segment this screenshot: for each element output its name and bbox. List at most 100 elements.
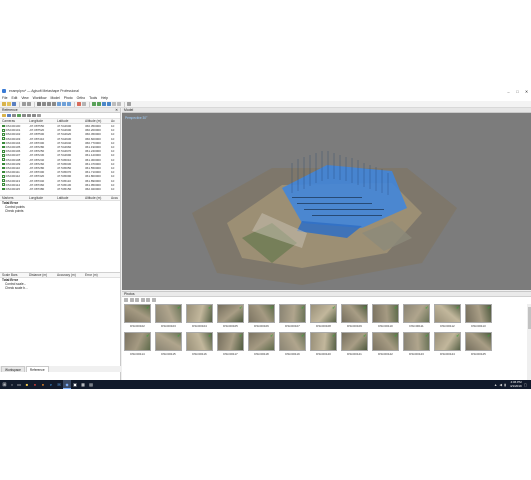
view-source-icon[interactable] [22, 113, 26, 118]
move-region-icon[interactable] [57, 102, 61, 106]
crop-selection-icon[interactable] [82, 102, 86, 106]
photo-thumbnail[interactable]: ✔ DSC00102 [124, 304, 151, 328]
photos-scrollbar[interactable] [527, 304, 531, 381]
photo-thumbnail[interactable]: ✔ DSC00112 [434, 304, 461, 328]
col-cameras[interactable]: Cameras [0, 119, 29, 123]
reset-filter-icon[interactable] [140, 298, 145, 302]
taskbar-clock[interactable]: 4:06 PM 4/1/2019 [510, 380, 522, 388]
menu-file[interactable]: File [2, 96, 7, 100]
col-altitude[interactable]: Altitude (m) [85, 119, 111, 123]
free-form-select-icon[interactable] [52, 102, 56, 106]
view-mode-icon[interactable] [151, 298, 156, 302]
photo-thumbnail[interactable]: ✔ DSC00121 [341, 332, 368, 356]
tab-reference[interactable]: Reference [25, 366, 49, 372]
col-longitude[interactable]: Longitude [29, 196, 57, 200]
scroll-thumb[interactable] [527, 307, 531, 329]
remove-cameras-icon[interactable] [124, 298, 128, 302]
show-cameras-icon[interactable] [92, 102, 96, 106]
photo-thumbnail[interactable]: ✔ DSC00111 [403, 304, 430, 328]
menu-photo[interactable]: Photo [64, 96, 73, 100]
rotate-left-icon[interactable] [129, 298, 134, 302]
show-dem-icon[interactable] [112, 102, 116, 106]
terminal-icon[interactable]: ▣ [71, 380, 79, 389]
col-accuracy[interactable]: Accu [111, 196, 119, 200]
open-project-icon[interactable] [7, 102, 11, 106]
camera-enabled-checkbox[interactable] [2, 137, 5, 140]
photo-thumbnail[interactable]: ✔ DSC00122 [372, 332, 399, 356]
camera-enabled-checkbox[interactable] [2, 154, 5, 157]
camera-enabled-checkbox[interactable] [2, 187, 5, 191]
photo-thumbnail[interactable]: ✔ DSC00118 [248, 332, 275, 356]
menu-help[interactable]: Help [101, 96, 108, 100]
import-icon[interactable] [2, 113, 6, 118]
camera-row[interactable]: DSC00115 -97.087380 47.545150 362.020000 10 [0, 187, 120, 191]
rectangle-select-icon[interactable] [42, 102, 46, 106]
camera-enabled-checkbox[interactable] [2, 158, 5, 161]
view-estimated-icon[interactable] [27, 113, 31, 118]
tab-workspace[interactable]: Workspace [1, 366, 25, 372]
col-altitude[interactable]: Altitude (m) [85, 196, 111, 200]
calculator-icon[interactable]: ▦ [79, 380, 87, 389]
export-icon[interactable] [7, 113, 11, 118]
photo-thumbnail[interactable]: ✔ DSC00117 [217, 332, 244, 356]
menu-edit[interactable]: Edit [11, 96, 17, 100]
photo-thumbnail[interactable]: ✔ DSC00108 [310, 304, 337, 328]
menu-ortho[interactable]: Ortho [77, 96, 85, 100]
col-accuracy[interactable]: Ac [111, 119, 119, 123]
col-latitude[interactable]: Latitude [57, 119, 85, 123]
col-accuracy[interactable]: Accuracy (m) [57, 273, 85, 277]
volume-icon[interactable]: ◀ [499, 383, 502, 387]
photo-thumbnail[interactable]: ✔ DSC00120 [310, 332, 337, 356]
notes-icon[interactable]: ▤ [87, 380, 95, 389]
photo-thumbnail[interactable]: ✔ DSC00113 [465, 304, 492, 328]
circle-select-icon[interactable] [47, 102, 51, 106]
photo-thumbnail[interactable]: ✔ DSC00125 [465, 332, 492, 356]
photo-thumbnail[interactable]: ✔ DSC00116 [186, 332, 213, 356]
undo-icon[interactable] [22, 102, 26, 106]
convert-icon[interactable] [12, 113, 16, 118]
camera-enabled-checkbox[interactable] [2, 133, 5, 136]
view-errors-icon[interactable] [32, 113, 36, 118]
camera-enabled-checkbox[interactable] [2, 141, 5, 145]
camera-enabled-checkbox[interactable] [2, 149, 5, 153]
redo-icon[interactable] [27, 102, 31, 106]
photo-thumbnail[interactable]: ✔ DSC00123 [403, 332, 430, 356]
camera-enabled-checkbox[interactable] [2, 124, 5, 128]
show-points-icon[interactable] [97, 102, 101, 106]
col-longitude[interactable]: Longitude [29, 119, 57, 123]
optimize-cameras-icon[interactable] [17, 113, 21, 118]
col-error[interactable]: Error (m) [85, 273, 111, 277]
col-markers[interactable]: Markers [0, 196, 29, 200]
filter-icon[interactable] [146, 298, 150, 302]
reference-pane-close-icon[interactable]: ✕ [115, 108, 118, 112]
menu-tools[interactable]: Tools [89, 96, 97, 100]
menu-model[interactable]: Model [51, 96, 60, 100]
show-orthomosaic-icon[interactable] [117, 102, 121, 106]
chrome-icon[interactable]: ● [31, 380, 39, 389]
photo-thumbnail[interactable]: ✔ DSC00104 [186, 304, 213, 328]
save-project-icon[interactable] [12, 102, 16, 106]
metashape-taskbar-icon[interactable]: ◆ [63, 380, 71, 389]
photo-thumbnail[interactable]: ✔ DSC00106 [248, 304, 275, 328]
camera-enabled-checkbox[interactable] [2, 129, 5, 132]
new-project-icon[interactable] [2, 102, 6, 106]
camera-enabled-checkbox[interactable] [2, 170, 5, 174]
camera-enabled-checkbox[interactable] [2, 145, 5, 149]
mail-icon[interactable]: ✉ [55, 380, 63, 389]
col-distance[interactable]: Distance (m) [29, 273, 57, 277]
reference-settings-icon[interactable] [37, 113, 41, 118]
col-scale-bars[interactable]: Scale Bars [0, 273, 29, 277]
close-button[interactable]: ✕ [522, 87, 531, 95]
camera-enabled-checkbox[interactable] [2, 183, 5, 187]
photo-thumbnail[interactable]: ✔ DSC00107 [279, 304, 306, 328]
rotate-region-icon[interactable] [67, 102, 71, 106]
navigation-icon[interactable] [37, 102, 41, 106]
delete-selection-icon[interactable] [77, 102, 81, 106]
camera-enabled-checkbox[interactable] [2, 166, 5, 170]
photo-thumbnail[interactable]: ✔ DSC00110 [372, 304, 399, 328]
network-icon[interactable]: ▲ [494, 383, 497, 387]
photo-thumbnail[interactable]: ✔ DSC00119 [279, 332, 306, 356]
minimize-button[interactable]: – [504, 87, 513, 95]
camera-enabled-checkbox[interactable] [2, 162, 5, 166]
edge-icon[interactable]: e [47, 380, 55, 389]
